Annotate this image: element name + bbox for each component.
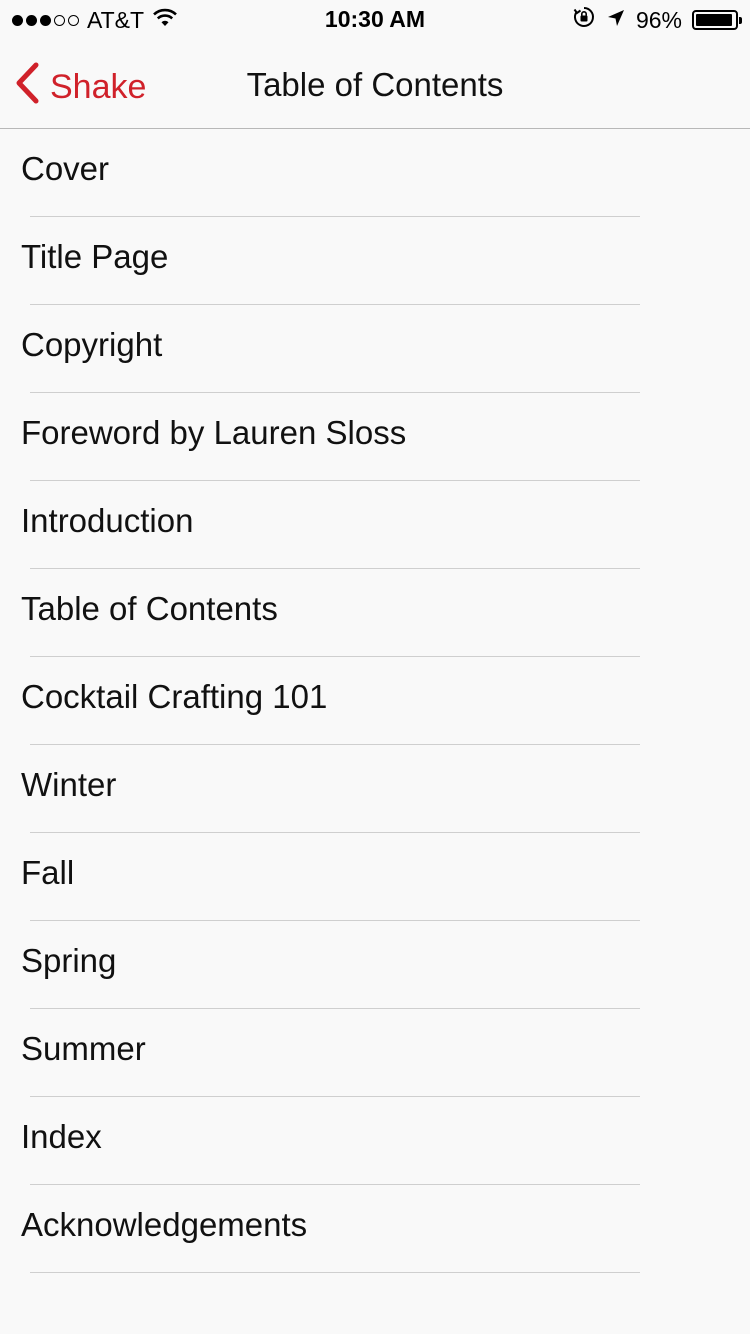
toc-item-label: Copyright [21,326,163,363]
battery-icon [692,10,742,30]
toc-item-introduction[interactable]: Introduction [0,481,750,569]
divider [30,1272,640,1273]
status-bar-right: 96% [572,5,742,35]
toc-item-index[interactable]: Index [0,1097,750,1185]
toc-item-label: Cocktail Crafting 101 [21,678,328,715]
toc-item-title-page[interactable]: Title Page [0,217,750,305]
status-bar: AT&T 10:30 AM 96% [0,0,750,40]
toc-item-label: Introduction [21,502,194,539]
toc-item-foreword[interactable]: Foreword by Lauren Sloss [0,393,750,481]
toc-item-label: Summer [21,1030,146,1067]
toc-item-acknowledgements[interactable]: Acknowledgements [0,1185,750,1273]
toc-item-label: Cover [21,150,110,187]
toc-item-label: Winter [21,766,117,803]
toc-item-label: Spring [21,942,117,979]
toc-item-label: Fall [21,854,75,891]
toc-item-label: Index [21,1118,102,1155]
toc-item-table-of-contents[interactable]: Table of Contents [0,569,750,657]
toc-item-winter[interactable]: Winter [0,745,750,833]
orientation-lock-icon [572,5,596,35]
battery-level-fill [696,14,733,26]
toc-item-copyright[interactable]: Copyright [0,305,750,393]
page-title: Table of Contents [246,66,504,103]
battery-percent: 96% [635,6,682,33]
toc-item-summer[interactable]: Summer [0,1009,750,1097]
toc-item-fall[interactable]: Fall [0,833,750,921]
toc-item-spring[interactable]: Spring [0,921,750,1009]
navigation-bar: Shake Table of Contents [0,40,750,129]
toc-item-label: Acknowledgements [21,1206,308,1243]
toc-item-cover[interactable]: Cover [0,129,750,217]
location-arrow-icon [606,7,626,34]
toc-item-label: Title Page [21,238,169,275]
toc-item-cocktail-crafting-101[interactable]: Cocktail Crafting 101 [0,657,750,745]
table-of-contents-list: Cover Title Page Copyright Foreword by L… [0,129,750,1273]
toc-item-label: Table of Contents [21,590,278,627]
toc-item-label: Foreword by Lauren Sloss [21,414,407,451]
